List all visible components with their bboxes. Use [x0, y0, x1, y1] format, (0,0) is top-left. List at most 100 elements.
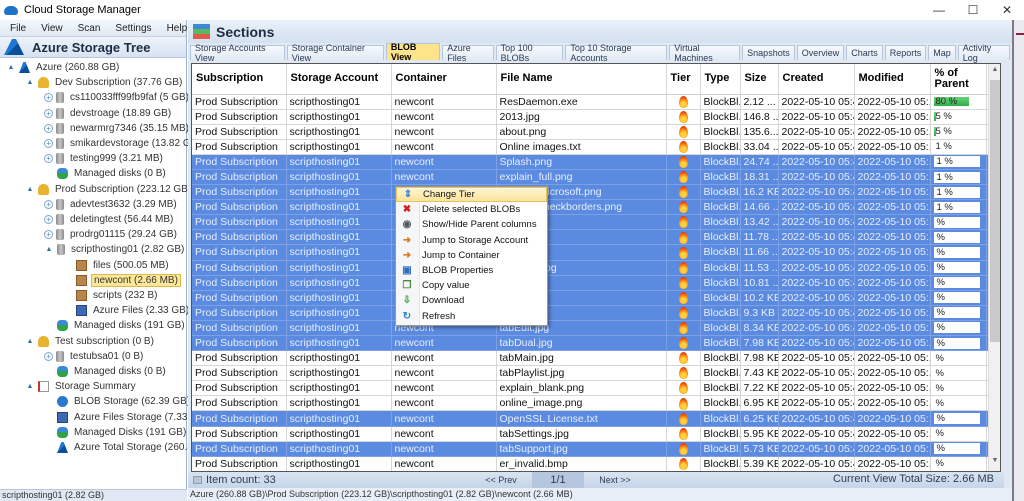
tab-virtual-machines[interactable]: Virtual Machines: [669, 43, 741, 63]
table-row[interactable]: Prod Subscription scripthosting01 newcont S…: [192, 154, 998, 170]
column-header-subscription[interactable]: Subscription: [192, 64, 287, 95]
table-row[interactable]: Prod Subscriptionscripthosting01newcontt…: [192, 335, 998, 352]
table-row[interactable]: Prod Subscriptionscripthosting01newcontt…: [192, 426, 998, 442]
tab-azure-files[interactable]: Azure Files: [442, 43, 494, 63]
tab-overview[interactable]: Overview: [796, 45, 845, 60]
tree-node[interactable]: + devstroage (18.89 GB): [44, 106, 173, 121]
maximize-button[interactable]: ☐: [956, 0, 990, 20]
scroll-up-icon[interactable]: ▲: [989, 66, 1000, 78]
tree-node[interactable]: files (500.05 MB): [63, 258, 171, 273]
tree-node[interactable]: + smikardevstorage (13.82 GB): [44, 136, 203, 151]
expand-icon[interactable]: +: [44, 154, 53, 164]
tab-charts[interactable]: Charts: [846, 45, 883, 60]
tab-reports[interactable]: Reports: [884, 45, 927, 60]
table-row[interactable]: Prod Subscriptionscripthosting01newconte…: [192, 169, 998, 186]
table-row[interactable]: Prod Subscriptionscripthosting01newconte…: [192, 456, 998, 471]
context-menu-item-change-tier[interactable]: ⇕ Change Tier: [396, 187, 547, 203]
context-menu-item-download[interactable]: ⇩ Download: [396, 293, 547, 308]
column-header-storage-account[interactable]: Storage Account: [286, 64, 392, 95]
menu-settings[interactable]: Settings: [115, 23, 151, 34]
context-menu-item-jump-to-container[interactable]: ➜ Jump to Container: [396, 248, 547, 263]
collapse-icon[interactable]: ▲: [25, 338, 35, 345]
tab-activity-log[interactable]: Activity Log: [957, 43, 1010, 63]
expand-icon[interactable]: +: [44, 139, 53, 148]
collapse-icon[interactable]: ▲: [25, 79, 35, 86]
column-header-modified[interactable]: Modified: [854, 64, 931, 95]
table-row[interactable]: Prod Subscriptionscripthosting01newcontg…: [192, 229, 998, 246]
context-menu-item-jump-to-storage-account[interactable]: ➜ Jump to Storage Account: [396, 233, 547, 248]
tree-node[interactable]: ▲ Test subscription (0 B): [25, 334, 156, 349]
tree-node[interactable]: Managed Disks (191 GB): [44, 425, 188, 440]
expand-icon[interactable]: +: [44, 123, 53, 133]
table-row[interactable]: Prod Subscriptionscripthosting01newconte…: [192, 380, 998, 397]
collapse-icon[interactable]: ▲: [6, 64, 16, 71]
prev-page-button[interactable]: << Prev: [470, 472, 532, 488]
tree-node[interactable]: BLOB Storage (62.39 GB): [44, 394, 192, 409]
table-row[interactable]: Prod Subscriptionscripthosting01newcontB…: [192, 214, 998, 231]
menu-view[interactable]: View: [41, 23, 63, 34]
column-header--of-parent[interactable]: % of Parent: [930, 64, 987, 95]
tree-node[interactable]: + deletingtest (56.44 MB): [44, 212, 175, 227]
collapse-icon[interactable]: ▲: [25, 383, 35, 390]
table-row[interactable]: Prod Subscriptionscripthosting01newconte…: [192, 305, 998, 321]
table-row[interactable]: Prod Subscription scripthosting01 newcont O…: [192, 410, 998, 427]
tree-node[interactable]: ▲ Dev Subscription (37.76 GB): [25, 75, 184, 90]
expand-icon[interactable]: +: [44, 108, 53, 118]
context-menu-item-copy-value[interactable]: ❐ Copy value: [396, 278, 547, 293]
close-button[interactable]: ✕: [990, 0, 1024, 20]
column-header-container[interactable]: Container: [391, 64, 497, 95]
table-row[interactable]: Prod Subscriptionscripthosting01newconts…: [192, 275, 998, 291]
vertical-scrollbar[interactable]: ▲ ▼: [988, 64, 1000, 471]
collapse-icon[interactable]: ▲: [44, 246, 54, 253]
table-row[interactable]: Prod Subscription scripthosting01 newcont R…: [192, 94, 998, 110]
tree-node[interactable]: + prodrg01115 (29.24 GB): [44, 227, 179, 242]
tree-node[interactable]: ▲ Storage Summary: [25, 379, 138, 394]
expand-icon[interactable]: +: [44, 199, 53, 209]
column-header-size[interactable]: Size: [740, 64, 779, 95]
scroll-thumb[interactable]: [990, 80, 1000, 342]
table-row[interactable]: Prod Subscription scripthosting01 newcont O…: [192, 139, 998, 155]
tree-node[interactable]: + testubsa01 (0 B): [44, 349, 145, 364]
tab-blob-view[interactable]: BLOB View: [385, 42, 441, 62]
table-row[interactable]: Prod Subscriptionscripthosting01newcontt…: [192, 320, 998, 337]
tree-node[interactable]: Managed disks (0 B): [44, 364, 168, 379]
tab-top-100-blobs[interactable]: Top 100 BLOBs: [495, 43, 564, 63]
context-menu-item-blob-properties[interactable]: ▣ BLOB Properties: [396, 263, 547, 278]
table-row[interactable]: Prod Subscriptionscripthosting01newconte…: [192, 184, 998, 201]
column-header-type[interactable]: Type: [700, 64, 741, 95]
tree-node[interactable]: Managed disks (191 GB): [44, 318, 187, 333]
tree-node[interactable]: + testing999 (3.21 MB): [44, 151, 165, 166]
next-page-button[interactable]: Next >>: [584, 472, 646, 488]
table-row[interactable]: Prod Subscriptionscripthosting01newcontt…: [192, 365, 998, 382]
tree-node[interactable]: Managed disks (0 B): [44, 166, 168, 181]
tree-node[interactable]: ▲ Azure (260.88 GB): [6, 60, 121, 75]
context-menu-item-refresh[interactable]: ↻ Refresh: [396, 309, 547, 324]
collapse-icon[interactable]: ▲: [25, 186, 35, 193]
column-header-file-name[interactable]: File Name: [496, 64, 667, 95]
tree-node[interactable]: + newarmrg7346 (35.15 MB): [44, 121, 191, 136]
tree-node[interactable]: Azure Files Storage (7.33 GB): [44, 410, 210, 425]
column-header-tier[interactable]: Tier: [666, 64, 701, 95]
expand-icon[interactable]: +: [44, 230, 53, 240]
tree-node[interactable]: ▲ Prod Subscription (223.12 GB): [25, 182, 193, 197]
tab-snapshots[interactable]: Snapshots: [742, 45, 795, 60]
tree-node[interactable]: newcont (2.66 MB): [63, 273, 181, 288]
column-header-created[interactable]: Created: [778, 64, 855, 95]
tree-node[interactable]: Azure Files (2.33 GB): [63, 303, 191, 318]
table-row[interactable]: Prod Subscriptionscripthosting01newcontt…: [192, 441, 998, 457]
table-row[interactable]: Prod Subscription scripthosting01 newcont 2…: [192, 109, 998, 125]
tree-node[interactable]: + cs110033fff99fb9faf (5 GB): [44, 90, 191, 105]
tree-node[interactable]: scripts (232 B): [63, 288, 159, 303]
menu-scan[interactable]: Scan: [78, 23, 101, 34]
table-row[interactable]: Prod Subscription scripthosting01 newcont o…: [192, 395, 998, 412]
table-row[interactable]: Prod Subscriptionscripthosting01newcontt…: [192, 260, 998, 276]
expand-icon[interactable]: +: [44, 215, 53, 224]
table-row[interactable]: Prod Subscription scripthosting01 newcont a…: [192, 124, 998, 140]
menu-file[interactable]: File: [10, 23, 26, 34]
expand-icon[interactable]: +: [44, 93, 53, 103]
minimize-button[interactable]: —: [922, 0, 956, 20]
tab-map[interactable]: Map: [928, 45, 956, 60]
scroll-down-icon[interactable]: ▼: [989, 457, 1000, 469]
table-row[interactable]: Prod Subscriptionscripthosting01newconte…: [192, 199, 998, 216]
tab-storage-accounts-view[interactable]: Storage Accounts View: [190, 43, 285, 63]
